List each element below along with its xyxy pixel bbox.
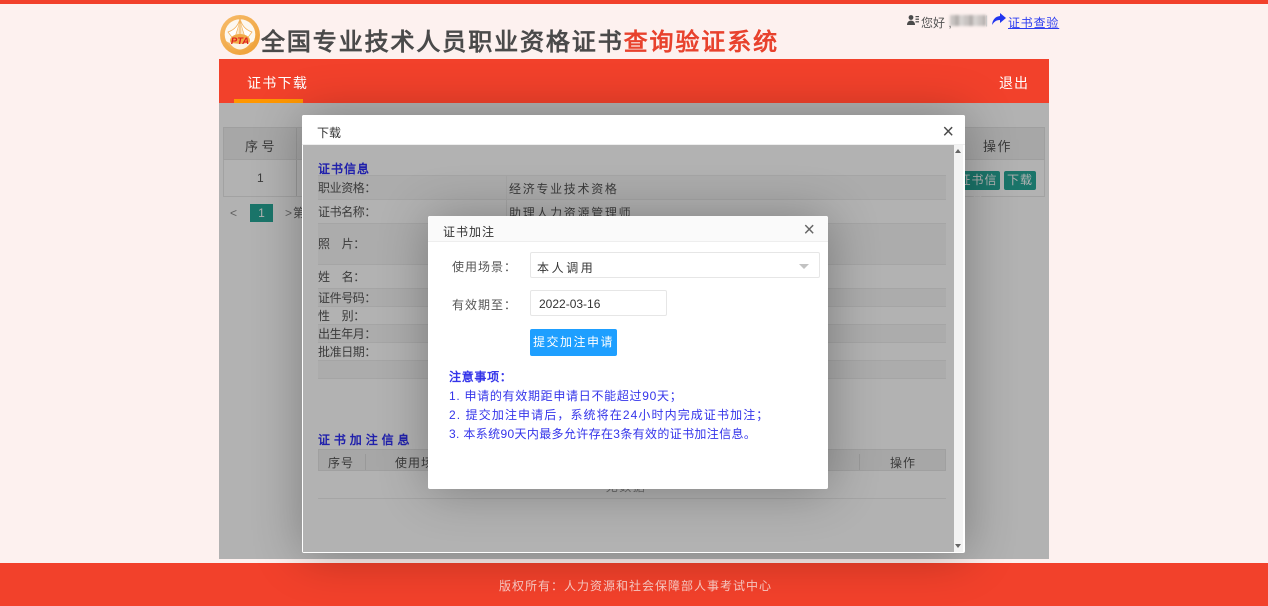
svg-text:PTA: PTA bbox=[231, 36, 249, 47]
